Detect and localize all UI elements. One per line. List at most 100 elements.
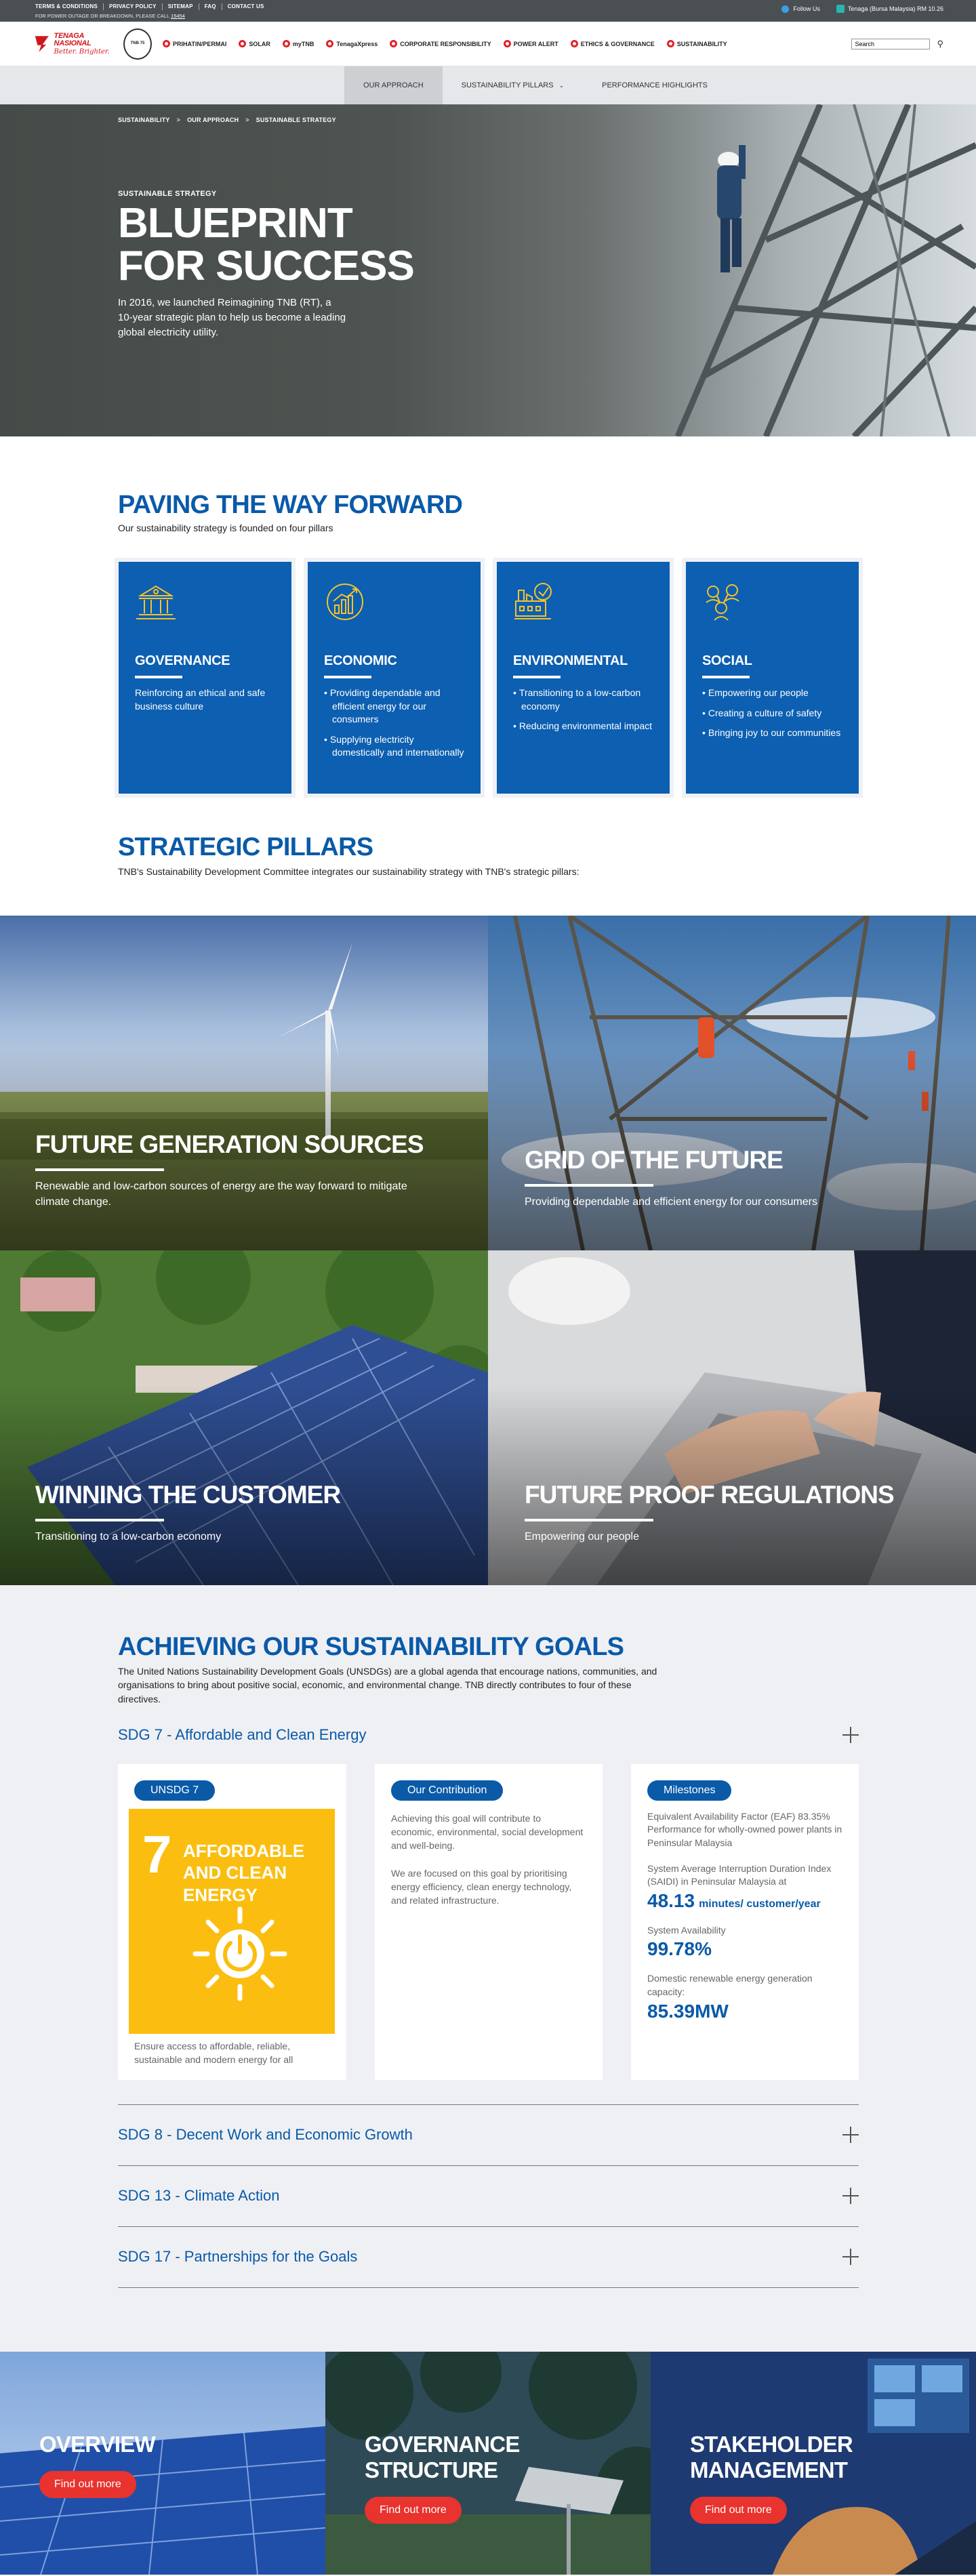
tab-our-approach[interactable]: OUR APPROACH (344, 66, 443, 104)
nav-power-alert[interactable]: POWER ALERT (503, 40, 558, 47)
social-people-icon (706, 584, 739, 621)
plus-icon[interactable] (842, 2188, 859, 2205)
accordion-sdg7-body: UNSDG 7 7 AFFORDABLE AND CLEAN ENERGY En… (118, 1763, 859, 2105)
card-title: STAKEHOLDER MANAGEMENT (690, 2432, 853, 2482)
tnb-logo[interactable]: TENAGA NASIONAL Better. Brighter. TNB 75 (34, 28, 152, 60)
sitemap-link[interactable]: SITEMAP (163, 3, 199, 10)
accordion-sdg7-header[interactable]: SDG 7 - Affordable and Clean Energy (118, 1706, 859, 1764)
tile-title: WINNING THE CUSTOMER (35, 1480, 341, 1509)
card-stakeholder-management: STAKEHOLDER MANAGEMENT Find out more (651, 2352, 976, 2575)
find-out-more-button[interactable]: Find out more (365, 2497, 462, 2524)
accordion-sdg17-header[interactable]: SDG 17 - Partnerships for the Goals (118, 2227, 859, 2288)
tile-text: Providing dependable and efficient energ… (525, 1195, 817, 1208)
tile-text: Empowering our people (525, 1530, 639, 1542)
availability-value: 99.78% (647, 1938, 712, 1960)
sdg7-tile: 7 AFFORDABLE AND CLEAN ENERGY (129, 1808, 335, 2034)
paving-section: PAVING THE WAY FORWARD Our sustainabilit… (0, 436, 976, 833)
tile-title: GRID OF THE FUTURE (525, 1145, 784, 1174)
logo-name: TENAGA NASIONAL (54, 31, 92, 47)
contribution-card: Our Contribution Achieving this goal wil… (375, 1763, 603, 2080)
tile-text: Renewable and low-carbon sources of ener… (35, 1181, 407, 1208)
paving-subtitle: Our sustainability strategy is founded o… (118, 523, 333, 533)
plus-icon[interactable] (842, 1726, 859, 1743)
sdg-section: ACHIEVING OUR SUSTAINABILITY GOALS The U… (0, 1585, 976, 2352)
sdg-title: ACHIEVING OUR SUSTAINABILITY GOALS (118, 1633, 624, 1661)
contribution-text: We are focused on this goal by prioritis… (391, 1867, 572, 1906)
outage-note: FOR POWER OUTAGE OR BREAKDOWN, PLEASE CA… (35, 13, 185, 19)
environmental-factory-icon (514, 583, 552, 619)
tile-grid-future[interactable]: GRID OF THE FUTURE Providing dependable … (488, 916, 976, 1250)
main-header: TENAGA NASIONAL Better. Brighter. TNB 75… (0, 22, 976, 66)
tile-title: FUTURE GENERATION SOURCES (35, 1130, 424, 1159)
nav-dot-icon (239, 40, 247, 47)
plus-icon[interactable] (842, 2249, 859, 2266)
tile-winning-customer[interactable]: WINNING THE CUSTOMER Transitioning to a … (0, 1250, 488, 1585)
contact-link[interactable]: CONTACT US (222, 3, 270, 10)
economic-chart-icon (327, 584, 363, 620)
card-title: OVERVIEW (39, 2432, 156, 2457)
card-title: GOVERNANCE STRUCTURE (365, 2432, 520, 2482)
sdg-description: The United Nations Sustainability Develo… (118, 1666, 657, 1704)
sdg-accordion: SDG 7 - Affordable and Clean Energy UNSD… (118, 1706, 859, 2288)
strategic-title: STRATEGIC PILLARS (118, 833, 373, 861)
milestone-eaf: Equivalent Availability Factor (EAF) 83.… (647, 1810, 842, 1849)
tile-title: FUTURE PROOF REGULATIONS (525, 1480, 895, 1509)
paving-title: PAVING THE WAY FORWARD (118, 491, 463, 519)
outage-number-link[interactable]: 15454 (171, 13, 185, 19)
accordion-sdg8-header[interactable]: SDG 8 - Decent Work and Economic Growth (118, 2105, 859, 2166)
unsdg-badge: UNSDG 7 (134, 1780, 216, 1801)
accordion-sdg13-header[interactable]: SDG 13 - Climate Action (118, 2166, 859, 2227)
tab-performance-highlights[interactable]: PERFORMANCE HIGHLIGHTS (583, 66, 727, 104)
breadcrumb-sustainability[interactable]: SUSTAINABILITY (118, 117, 170, 123)
saidi-value: 48.13 minutes/ customer/year (647, 1889, 821, 1911)
stock-icon (836, 5, 845, 13)
breadcrumb-our-approach[interactable]: OUR APPROACH (187, 117, 239, 123)
pillar-card-social: SOCIAL Empowering our people Creating a … (686, 562, 859, 794)
search-input[interactable] (851, 38, 931, 49)
pillar-text: Reinforcing an ethical and safe business… (135, 687, 266, 712)
strategic-header: STRATEGIC PILLARS TNB's Sustainability D… (0, 833, 976, 916)
faq-link[interactable]: FAQ (199, 3, 222, 10)
search-icon[interactable]: ⚲ (937, 39, 943, 49)
utility-bar: TERMS & CONDITIONS PRIVACY POLICY SITEMA… (0, 0, 976, 22)
bottom-links: OVERVIEW Find out more GOVERNANCE STRUCT… (0, 2352, 976, 2575)
nav-sustainability[interactable]: SUSTAINABILITY (666, 40, 727, 47)
logo-tagline: Better. Brighter. (54, 47, 110, 56)
pillar-title: ENVIRONMENTAL (513, 653, 628, 668)
sdg7-caption: Ensure access to affordable, reliable, s… (134, 2040, 293, 2066)
stock-ticker: Tenaga (Bursa Malaysia) RM 10.26 (836, 5, 943, 13)
tab-sustainability-pillars[interactable]: SUSTAINABILITY PILLARS ⌄ (443, 66, 583, 104)
breadcrumb-current: SUSTAINABLE STRATEGY (256, 117, 336, 123)
milestones-badge: Milestones (647, 1780, 732, 1801)
nav-corporate-responsibility[interactable]: CORPORATE RESPONSIBILITY (390, 40, 491, 47)
milestone-availability: System Availability (647, 1924, 726, 1936)
tnb-logo-icon (35, 35, 49, 52)
find-out-more-button[interactable]: Find out more (690, 2497, 787, 2524)
pillar-card-governance: GOVERNANCE Reinforcing an ethical and sa… (119, 562, 291, 794)
tile-text: Transitioning to a low-carbon economy (35, 1530, 222, 1542)
hero-banner: SUSTAINABILITY > OUR APPROACH > SUSTAINABLE … (0, 104, 976, 436)
nav-ethics[interactable]: ETHICS & GOVERNANCE (570, 40, 655, 47)
privacy-link[interactable]: PRIVACY POLICY (104, 3, 163, 10)
find-out-more-button[interactable]: Find out more (39, 2471, 136, 2498)
nav-mytnb[interactable]: myTNB (282, 40, 314, 47)
governance-building-icon (136, 585, 176, 619)
nav-tenagaxpress[interactable]: TenagaXpress (326, 40, 378, 47)
tile-future-generation[interactable]: FUTURE GENERATION SOURCES Renewable and … (0, 916, 488, 1250)
milestones-card: Milestones Equivalent Availability Facto… (631, 1763, 859, 2080)
pillar-item: Creating a culture of safety (702, 707, 842, 720)
strategic-tiles: FUTURE GENERATION SOURCES Renewable and … (0, 916, 976, 1585)
hero-kicker: SUSTAINABLE STRATEGY (118, 190, 217, 198)
tile-future-proof[interactable]: FUTURE PROOF REGULATIONS Empowering our … (488, 1250, 976, 1585)
pillar-title: ECONOMIC (324, 653, 397, 668)
follow-us[interactable]: Follow Us (781, 5, 820, 13)
renewable-value: 85.39MW (647, 2000, 729, 2022)
contribution-text: Achieving this goal will contribute to e… (391, 1812, 584, 1852)
nav-prihatin[interactable]: PRIHATIN/PERMAI (163, 40, 226, 47)
terms-link[interactable]: TERMS & CONDITIONS (35, 3, 104, 10)
nav-dot-icon (326, 40, 334, 47)
nav-solar[interactable]: SOLAR (239, 40, 270, 47)
pillar-card-economic: ECONOMIC Providing dependable and effici… (308, 562, 481, 794)
sun-power-icon (192, 1906, 287, 2001)
plus-icon[interactable] (842, 2127, 859, 2144)
